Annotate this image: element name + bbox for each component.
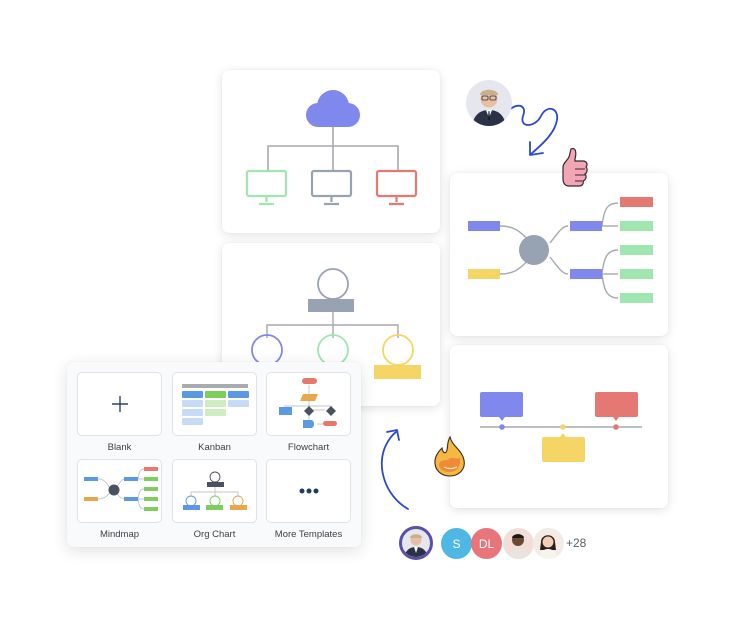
monitor-icon-red (375, 169, 418, 206)
avatar-initials: DL (478, 536, 495, 551)
monitor-icon-gray (310, 169, 353, 206)
collaborator-avatar-photo[interactable] (466, 80, 512, 126)
mindmap-node-left-bottom (468, 269, 500, 279)
mindmap-center-node (519, 235, 549, 265)
child-label-yellow (374, 365, 421, 379)
more-collaborators-count[interactable]: +28 (566, 536, 586, 550)
collaborator-avatar-s[interactable]: S (441, 528, 472, 559)
connector-lines (267, 120, 399, 170)
collaborator-avatar-dl[interactable]: DL (471, 528, 502, 559)
timeline-callout-red (595, 392, 638, 417)
mindmap-diagram (468, 197, 653, 303)
mindmap-leaf-green (620, 293, 653, 303)
current-user-avatar[interactable] (399, 526, 433, 560)
avatar-initials: S (452, 536, 461, 551)
child-node-yellow (382, 334, 414, 366)
template-thumbnail[interactable] (266, 459, 351, 523)
mindmap-leaf-green (620, 221, 653, 231)
template-label: More Templates (274, 529, 343, 540)
template-thumbnail[interactable] (172, 459, 257, 523)
mindmap-leaf-green (620, 269, 653, 279)
template-thumbnail[interactable] (77, 459, 162, 523)
mindmap-thumbnail-icon (84, 467, 158, 511)
template-label: Mindmap (99, 529, 140, 540)
timeline-dot-red (613, 424, 619, 430)
person-photo-icon (507, 534, 529, 559)
template-label: Blank (107, 442, 132, 453)
collaborator-avatar-photo[interactable] (503, 528, 534, 559)
template-thumbnail[interactable] (266, 372, 351, 436)
monitor-icon-green (245, 169, 288, 206)
templates-panel: Blank Kanban Flowchart Mindmap Org Chart… (67, 362, 361, 547)
timeline-dot-yellow (560, 424, 566, 430)
org-connectors (266, 312, 399, 338)
mindmap-leaf-green (620, 245, 653, 255)
mindmap-node-right-top (570, 221, 602, 231)
org-chart-thumbnail-icon (183, 471, 247, 510)
flowchart-thumbnail-icon (279, 378, 337, 428)
template-mindmap[interactable]: Mindmap (77, 459, 162, 540)
thumbs-up-icon (562, 147, 588, 187)
cloud-icon (306, 90, 360, 127)
template-blank[interactable]: Blank (77, 372, 162, 453)
collaborator-avatar-photo[interactable] (533, 528, 564, 559)
top-node-circle (317, 268, 349, 300)
child-node-green (317, 334, 349, 366)
person-photo-icon (472, 89, 506, 126)
timeline-callout-purple (480, 392, 523, 417)
template-label: Flowchart (287, 442, 330, 453)
person-photo-icon (404, 534, 428, 557)
fire-icon (434, 435, 465, 477)
network-diagram-card[interactable] (222, 70, 440, 233)
mindmap-card[interactable] (450, 173, 668, 336)
timeline-diagram (480, 392, 642, 462)
curved-arrow-icon (380, 429, 409, 510)
template-thumbnail[interactable] (77, 372, 162, 436)
timeline-callout-yellow (542, 437, 585, 462)
child-node-purple (251, 334, 283, 366)
template-kanban[interactable]: Kanban (172, 372, 257, 453)
timeline-dot-purple (499, 424, 505, 430)
timeline-card[interactable] (450, 345, 668, 508)
mindmap-branches (499, 202, 619, 299)
mindmap-leaf-red (620, 197, 653, 207)
network-diagram (245, 90, 418, 206)
template-label: Kanban (198, 442, 231, 453)
person-photo-icon (538, 535, 558, 559)
template-label: Org Chart (193, 529, 236, 540)
template-more[interactable]: More Templates (266, 459, 351, 540)
kanban-thumbnail-icon (182, 384, 249, 425)
mindmap-node-right-bottom (570, 269, 602, 279)
template-org-chart[interactable]: Org Chart (172, 459, 257, 540)
top-node-label (308, 299, 354, 312)
mindmap-node-left-top (468, 221, 500, 231)
template-thumbnail[interactable] (172, 372, 257, 436)
ellipsis-icon (299, 488, 319, 494)
template-flowchart[interactable]: Flowchart (266, 372, 351, 453)
plus-icon (112, 396, 128, 412)
